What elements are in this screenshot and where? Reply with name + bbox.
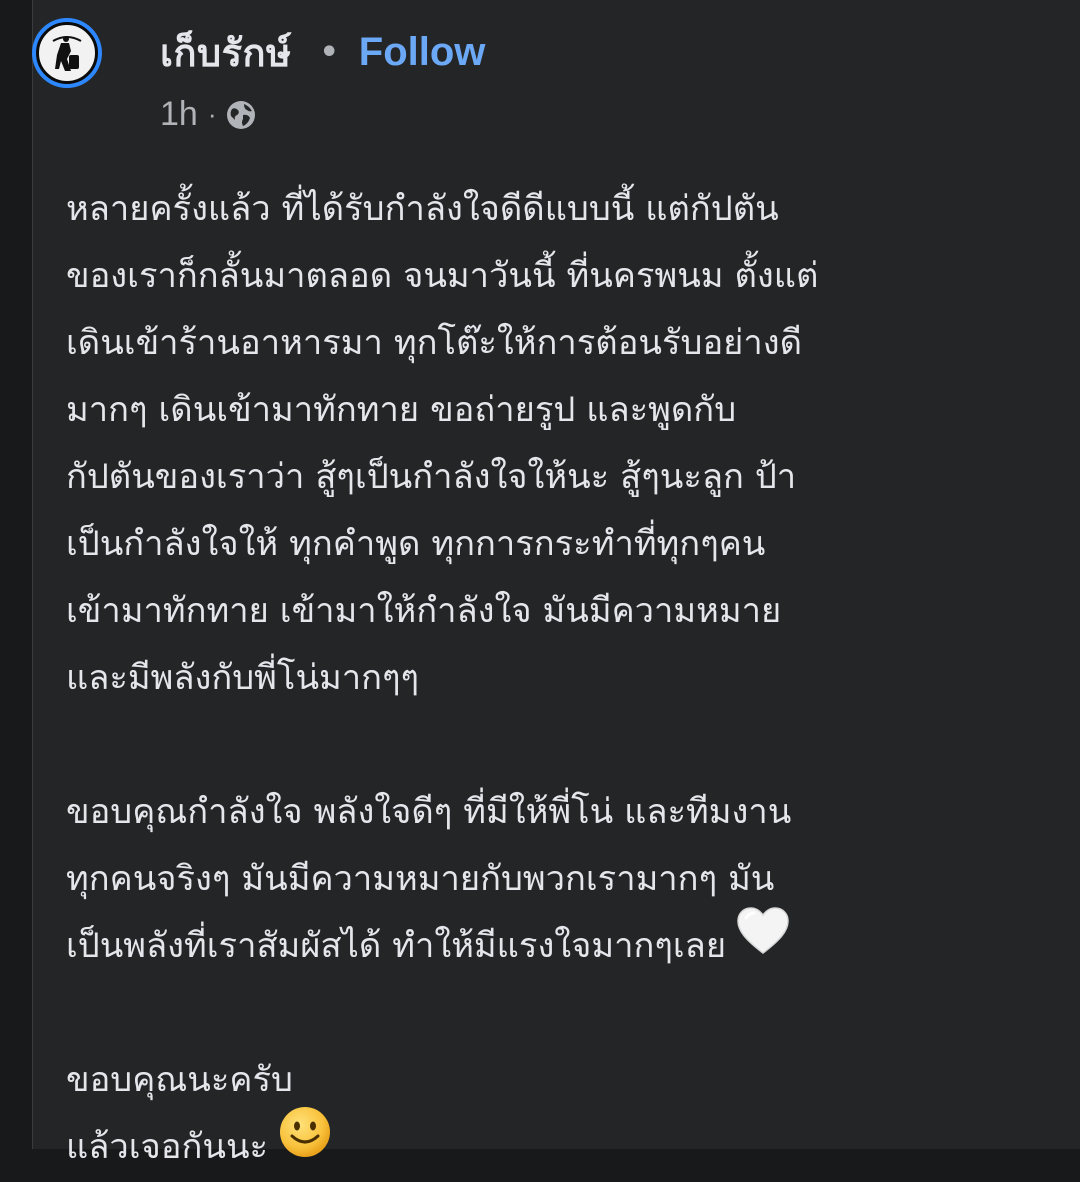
author-row: เก็บรักษ์ • Follow	[160, 24, 485, 80]
avatar-image	[36, 22, 98, 84]
body-line: และมีพลังกับพี่โน่มากๆๆ	[66, 658, 420, 698]
body-line: ทุกคนจริงๆ มันมีความหมายกับพวกเรามากๆ มั…	[66, 859, 775, 899]
paragraph-1: หลายครั้งแล้ว ที่ได้รับกำลังใจดีดีแบบนี้…	[66, 176, 1026, 712]
white-heart-icon	[736, 906, 790, 979]
rider-silhouette-icon	[52, 36, 82, 71]
body-line: เข้ามาทักทาย เข้ามาให้กำลังใจ มันมีความห…	[66, 591, 782, 631]
follow-button[interactable]: Follow	[359, 30, 486, 75]
paragraph-3: ขอบคุณนะครับ แล้วเจอกันนะ	[66, 1047, 1026, 1181]
post-body: หลายครั้งแล้ว ที่ได้รับกำลังใจดีดีแบบนี้…	[66, 176, 1026, 1181]
body-line: หลายครั้งแล้ว ที่ได้รับกำลังใจดีดีแบบนี้…	[66, 189, 779, 229]
post-header: เก็บรักษ์ • Follow 1h ·	[32, 18, 1032, 133]
body-line-text: แล้วเจอกันนะ	[66, 1127, 269, 1167]
author-name[interactable]: เก็บรักษ์	[160, 22, 292, 83]
post-timestamp[interactable]: 1h	[160, 95, 198, 134]
body-line: ขอบคุณกำลังใจ พลังใจดีๆ ที่มีให้พี่โน่ แ…	[66, 792, 792, 832]
paragraph-2: ขอบคุณกำลังใจ พลังใจดีๆ ที่มีให้พี่โน่ แ…	[66, 779, 1026, 980]
post-meta: 1h ·	[160, 94, 257, 134]
body-line: เดินเข้าร้านอาหารมา ทุกโต๊ะให้การต้อนรับ…	[66, 323, 803, 363]
smiling-face-icon	[278, 1105, 332, 1182]
body-line-with-smile: แล้วเจอกันนะ	[66, 1107, 1026, 1181]
separator-dot: •	[319, 34, 339, 70]
body-line: ขอบคุณนะครับ	[66, 1060, 293, 1100]
author-avatar[interactable]	[32, 18, 102, 88]
body-line: มากๆ เดินเข้ามาทักทาย ขอถ่ายรูป และพูดกั…	[66, 390, 737, 430]
body-line: กัปตันของเราว่า สู้ๆเป็นกำลังใจให้นะ สู้…	[66, 457, 797, 497]
body-line-with-heart: เป็นพลังที่เราสัมผัสได้ ทำให้มีแรงใจมากๆ…	[66, 907, 1026, 980]
meta-dot: ·	[207, 98, 217, 129]
globe-icon[interactable]	[225, 99, 257, 131]
body-line-text: เป็นพลังที่เราสัมผัสได้ ทำให้มีแรงใจมากๆ…	[66, 926, 727, 966]
body-line: ของเราก็กลั้นมาตลอด จนมาวันนี้ ที่นครพนม…	[66, 256, 819, 296]
body-line: เป็นกำลังใจให้ ทุกคำพูด ทุกการกระทำที่ทุ…	[66, 524, 766, 564]
